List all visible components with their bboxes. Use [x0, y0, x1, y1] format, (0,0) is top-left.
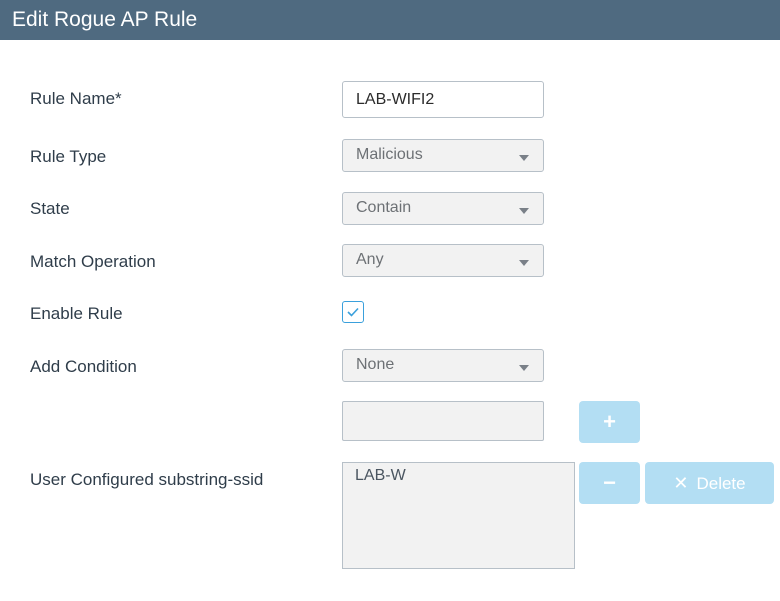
state-select[interactable]: Contain [342, 192, 544, 225]
list-item[interactable]: LAB-W [355, 467, 574, 485]
add-ssid-button[interactable]: + [579, 401, 640, 443]
rule-type-value: Malicious [356, 146, 423, 163]
condition-value-input[interactable] [342, 401, 544, 441]
match-operation-value: Any [356, 251, 384, 268]
rule-name-label: Rule Name* [30, 89, 122, 108]
rule-type-label: Rule Type [30, 147, 107, 166]
rule-name-input[interactable]: LAB-WIFI2 [342, 81, 544, 118]
chevron-down-icon [519, 208, 529, 214]
enable-rule-label: Enable Rule [30, 304, 123, 323]
chevron-down-icon [519, 155, 529, 161]
chevron-down-icon [519, 260, 529, 266]
state-label: State [30, 199, 70, 218]
add-condition-label: Add Condition [30, 357, 137, 376]
rule-type-select[interactable]: Malicious [342, 139, 544, 172]
add-condition-select[interactable]: None [342, 349, 544, 382]
dialog-title: Edit Rogue AP Rule [0, 0, 780, 40]
plus-icon: + [603, 409, 616, 434]
enable-rule-checkbox[interactable] [342, 301, 364, 323]
delete-button-label: Delete [696, 474, 746, 493]
state-value: Contain [356, 199, 412, 216]
delete-button[interactable]: ✕ Delete [645, 462, 774, 504]
match-operation-label: Match Operation [30, 252, 156, 271]
minus-icon: − [603, 470, 616, 495]
chevron-down-icon [519, 365, 529, 371]
remove-ssid-button[interactable]: − [579, 462, 640, 504]
close-icon: ✕ [673, 473, 689, 493]
checkmark-icon [347, 307, 359, 317]
edit-rogue-ap-rule-dialog: Edit Rogue AP Rule Rule Name* LAB-WIFI2 … [0, 0, 780, 601]
match-operation-select[interactable]: Any [342, 244, 544, 277]
substring-ssid-label: User Configured substring-ssid [30, 470, 264, 489]
add-condition-value: None [356, 356, 395, 373]
substring-ssid-list[interactable]: LAB-W [342, 462, 575, 569]
